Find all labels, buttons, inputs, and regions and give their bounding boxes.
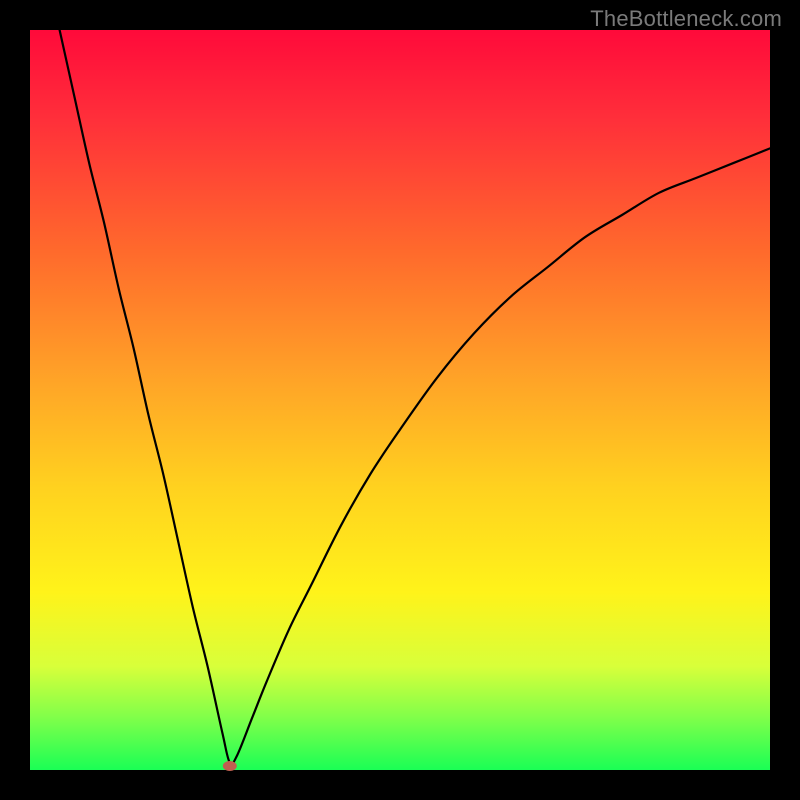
minimum-marker: [223, 761, 237, 771]
watermark-text: TheBottleneck.com: [590, 6, 782, 32]
bottleneck-curve: [30, 30, 770, 770]
curve-path: [60, 30, 770, 764]
chart-frame: TheBottleneck.com: [0, 0, 800, 800]
plot-area: [30, 30, 770, 770]
